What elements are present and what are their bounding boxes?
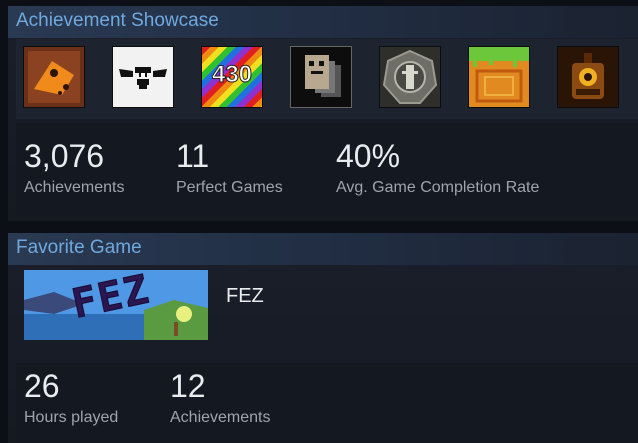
- game-capsule-image[interactable]: FEZ: [24, 270, 208, 340]
- stat-value: 26: [24, 368, 60, 404]
- stat-label: Perfect Games: [176, 179, 283, 196]
- stat-value: 40%: [336, 138, 401, 174]
- achievement-badge-2[interactable]: [112, 46, 174, 108]
- stat-label: Avg. Game Completion Rate: [336, 179, 540, 196]
- stat-completion-rate: 40% Avg. Game Completion Rate: [336, 137, 539, 197]
- achievement-badge-5[interactable]: [379, 46, 441, 108]
- achievement-badge-1[interactable]: [23, 46, 85, 108]
- showcase-stats-row: 3,076 Achievements 11 Perfect Games 40% …: [16, 123, 638, 215]
- stat-value: 3,076: [24, 138, 105, 174]
- stone-totem-medallion-icon: [380, 47, 440, 107]
- grass-block-badge-icon: [469, 47, 529, 107]
- favorite-game-name[interactable]: FEZ: [226, 285, 264, 308]
- stat-hours-played: 26 Hours played: [24, 367, 118, 427]
- stat-label: Achievements: [24, 179, 125, 196]
- achievement-icon-row: 430: [16, 39, 638, 119]
- achievement-badge-4[interactable]: [290, 46, 352, 108]
- achievement-showcase-panel: Achievement Showcase 430 3,076 Achieveme…: [8, 6, 638, 221]
- gear-lantern-badge-icon: [558, 47, 618, 107]
- stat-achievements: 3,076 Achievements: [24, 137, 125, 197]
- badge-430-text: 430: [211, 61, 253, 89]
- stat-value: 11: [176, 138, 210, 174]
- pixel-robot-stack-icon: [291, 47, 351, 107]
- stat-game-achievements: 12 Achievements: [170, 367, 271, 427]
- favorite-game-stats: 26 Hours played 12 Achievements: [16, 363, 638, 443]
- stat-label: Achievements: [170, 409, 271, 426]
- stat-perfect-games: 11 Perfect Games: [176, 137, 283, 197]
- stat-label: Hours played: [24, 409, 119, 426]
- stat-value: 12: [170, 368, 206, 404]
- winged-heart-badge-icon: [113, 47, 173, 107]
- achievement-badge-3[interactable]: 430: [201, 46, 263, 108]
- orange-fish-badge-icon: [24, 47, 84, 107]
- showcase-title: Achievement Showcase: [8, 6, 638, 38]
- achievement-badge-6[interactable]: [468, 46, 530, 108]
- favorite-game-title: Favorite Game: [8, 233, 638, 265]
- achievement-badge-7[interactable]: [557, 46, 619, 108]
- favorite-game-panel: Favorite Game FEZ FEZ 26 Hours played 12…: [8, 233, 638, 443]
